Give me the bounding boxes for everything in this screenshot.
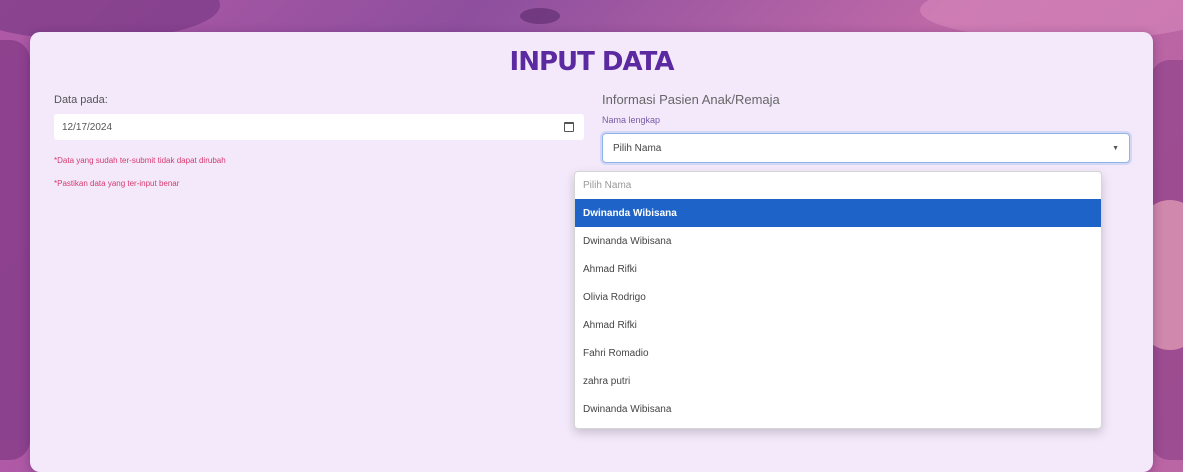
date-input[interactable]: 12/17/2024 bbox=[54, 114, 584, 140]
dropdown-placeholder[interactable]: Pilih Nama bbox=[575, 172, 1101, 199]
name-label: Nama lengkap bbox=[602, 115, 661, 125]
background-decoration bbox=[520, 8, 560, 24]
dropdown-option[interactable]: Ahmad Rifki bbox=[575, 311, 1101, 339]
select-value: Pilih Nama bbox=[613, 142, 662, 154]
patient-section: Informasi Pasien Anak/Remaja Nama lengka… bbox=[602, 92, 1130, 163]
chevron-down-icon: ▼ bbox=[1112, 144, 1119, 152]
warning-text: *Pastikan data yang ter-input benar bbox=[54, 179, 180, 188]
name-select[interactable]: Pilih Nama ▼ bbox=[602, 133, 1130, 163]
section-title: Informasi Pasien Anak/Remaja bbox=[602, 92, 780, 107]
date-section: Data pada: 12/17/2024 *Data yang sudah t… bbox=[54, 94, 584, 188]
page-title: INPUT DATA bbox=[509, 47, 675, 77]
dropdown-option[interactable]: Dwinanda Wibisana bbox=[575, 227, 1101, 255]
date-value: 12/17/2024 bbox=[62, 121, 113, 133]
dropdown-option[interactable]: zahra putri bbox=[575, 367, 1101, 395]
date-label: Data pada: bbox=[54, 94, 108, 106]
dropdown-option[interactable]: Ahmad Rifki bbox=[575, 255, 1101, 283]
name-dropdown[interactable]: Pilih Nama Dwinanda Wibisana Dwinanda Wi… bbox=[574, 171, 1102, 429]
calendar-icon[interactable] bbox=[564, 122, 574, 132]
dropdown-option[interactable]: Olivia Rodrigo bbox=[575, 283, 1101, 311]
dropdown-option[interactable]: Fahri Romadio bbox=[575, 339, 1101, 367]
warning-text: *Data yang sudah ter-submit tidak dapat … bbox=[54, 156, 226, 165]
background-decoration bbox=[0, 40, 30, 460]
dropdown-option[interactable]: Dwinanda Wibisana bbox=[575, 199, 1101, 227]
dropdown-option[interactable]: Dwinanda Wibisana bbox=[575, 395, 1101, 423]
